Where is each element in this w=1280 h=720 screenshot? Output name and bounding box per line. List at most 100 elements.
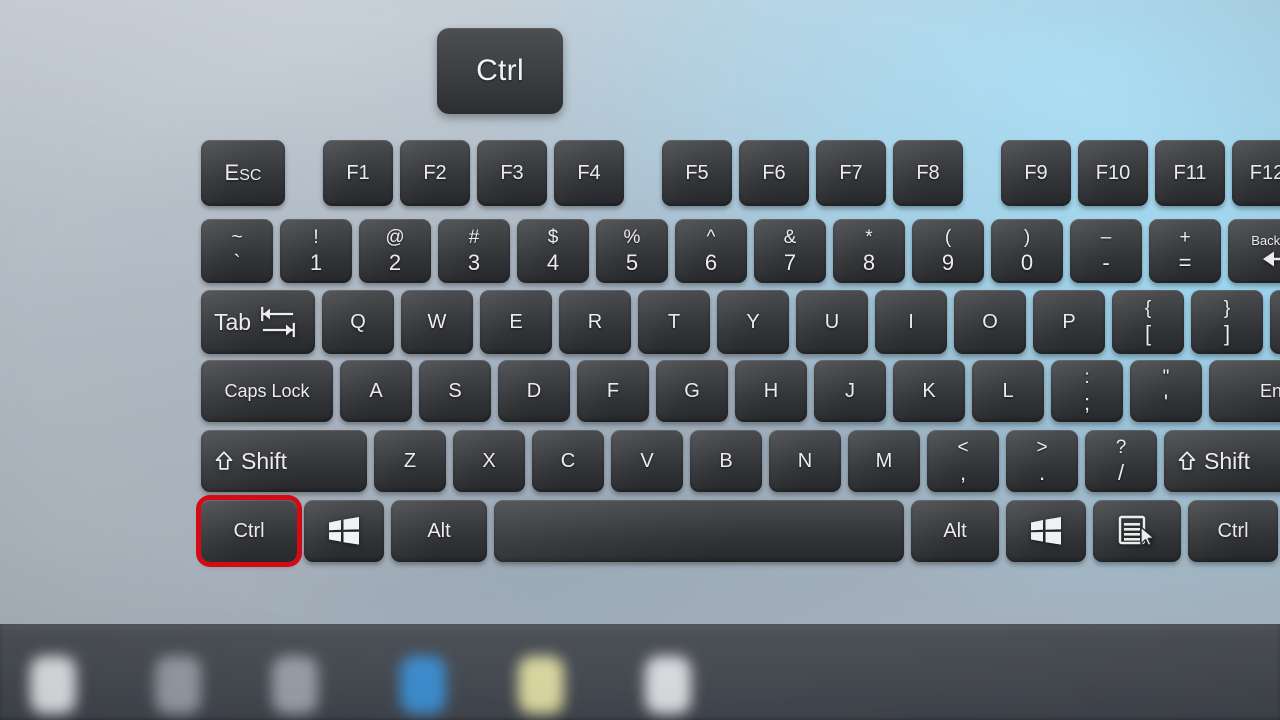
key-2[interactable]: @2 xyxy=(359,219,431,283)
key-f5[interactable]: F5 xyxy=(662,140,732,206)
key-h[interactable]: H xyxy=(735,360,807,422)
key-alt-left[interactable]: Alt xyxy=(391,500,487,562)
key-b[interactable]: B xyxy=(690,430,762,492)
key-0[interactable]: ) 0 xyxy=(991,219,1063,283)
key-backquote[interactable]: ~ ` xyxy=(201,219,273,283)
windows-logo-icon xyxy=(327,516,361,546)
key-y[interactable]: Y xyxy=(717,290,789,354)
key-t[interactable]: T xyxy=(638,290,710,354)
key-t-label: T xyxy=(667,310,681,333)
key-3[interactable]: #3 xyxy=(438,219,510,283)
key-escape-label: ESC xyxy=(224,160,262,185)
key-f2[interactable]: F2 xyxy=(400,140,470,206)
key-f7[interactable]: F7 xyxy=(816,140,886,206)
key-7[interactable]: & 7 xyxy=(754,219,826,283)
key-minus[interactable]: – - xyxy=(1070,219,1142,283)
key-escape[interactable]: ESC xyxy=(201,140,285,206)
key-p[interactable]: P xyxy=(1033,290,1105,354)
key-semicolon[interactable]: :; xyxy=(1051,360,1123,422)
key-o-label: O xyxy=(982,310,998,333)
key-capslock-label: Caps Lock xyxy=(224,380,310,401)
key-slash-shifted-label: ? xyxy=(1115,437,1127,458)
key-ctrl-right[interactable]: Ctrl xyxy=(1188,500,1278,562)
key-3-shifted-label: # xyxy=(468,227,480,248)
key-bracketright[interactable]: }] xyxy=(1191,290,1263,354)
key-tab-label: Tab xyxy=(214,308,252,335)
key-f4[interactable]: F4 xyxy=(554,140,624,206)
key-f10[interactable]: F10 xyxy=(1078,140,1148,206)
key-e[interactable]: E xyxy=(480,290,552,354)
key-f12[interactable]: F12 xyxy=(1232,140,1280,206)
key-menu[interactable] xyxy=(1093,500,1181,562)
key-d[interactable]: D xyxy=(498,360,570,422)
key-f9[interactable]: F9 xyxy=(1001,140,1071,206)
key-9[interactable]: (9 xyxy=(912,219,984,283)
key-0-base-label: 0 xyxy=(1020,249,1034,275)
key-tab[interactable]: Tab xyxy=(201,290,315,354)
key-9-base-label: 9 xyxy=(941,249,955,275)
key-f3[interactable]: F3 xyxy=(477,140,547,206)
key-c[interactable]: C xyxy=(532,430,604,492)
key-6[interactable]: ^ 6 xyxy=(675,219,747,283)
floating-ctrl-badge: Ctrl xyxy=(437,28,563,114)
key-f6[interactable]: F6 xyxy=(739,140,809,206)
key-win-right[interactable] xyxy=(1006,500,1086,562)
key-x[interactable]: X xyxy=(453,430,525,492)
key-shift-left[interactable]: Shift xyxy=(201,430,367,492)
key-backspace[interactable]: Backspace xyxy=(1228,219,1280,283)
key-h-label: H xyxy=(763,379,779,402)
key-a[interactable]: A xyxy=(340,360,412,422)
key-f[interactable]: F xyxy=(577,360,649,422)
key-f-label: F xyxy=(606,379,620,402)
key-b-label: B xyxy=(719,449,733,472)
key-semicolon-base-label: ; xyxy=(1083,389,1091,415)
key-f1[interactable]: F1 xyxy=(323,140,393,206)
key-shift-right[interactable]: Shift xyxy=(1164,430,1280,492)
tab-row: Tab Q WER T YUI O P{[}]|\ xyxy=(201,290,1280,354)
key-capslock[interactable]: Caps Lock xyxy=(201,360,333,422)
key-z[interactable]: Z xyxy=(374,430,446,492)
key-space[interactable] xyxy=(494,500,904,562)
key-enter[interactable]: Enter xyxy=(1209,360,1280,422)
key-4[interactable]: $4 xyxy=(517,219,589,283)
key-n[interactable]: N xyxy=(769,430,841,492)
key-j[interactable]: J xyxy=(814,360,886,422)
key-bracketleft[interactable]: {[ xyxy=(1112,290,1184,354)
key-comma-base-label: , xyxy=(959,459,967,485)
key-backslash[interactable]: |\ xyxy=(1270,290,1280,354)
key-9-shifted-label: ( xyxy=(944,227,952,248)
key-m[interactable]: M xyxy=(848,430,920,492)
key-quote[interactable]: " ' xyxy=(1130,360,1202,422)
key-semicolon-shifted-label: : xyxy=(1084,367,1090,388)
key-slash[interactable]: ? / xyxy=(1085,430,1157,492)
key-i[interactable]: I xyxy=(875,290,947,354)
key-5[interactable]: % 5 xyxy=(596,219,668,283)
key-g[interactable]: G xyxy=(656,360,728,422)
key-q[interactable]: Q xyxy=(322,290,394,354)
key-s[interactable]: S xyxy=(419,360,491,422)
key-f11-label: F11 xyxy=(1173,161,1207,184)
key-comma[interactable]: <, xyxy=(927,430,999,492)
key-1[interactable]: ! 1 xyxy=(280,219,352,283)
key-ctrl-left[interactable]: Ctrl xyxy=(201,500,297,562)
key-f11[interactable]: F11 xyxy=(1155,140,1225,206)
key-period[interactable]: >. xyxy=(1006,430,1078,492)
key-u[interactable]: U xyxy=(796,290,868,354)
key-bracketright-base-label: ] xyxy=(1223,320,1231,346)
key-alt-right[interactable]: Alt xyxy=(911,500,999,562)
key-k[interactable]: K xyxy=(893,360,965,422)
key-f3-label: F3 xyxy=(500,161,524,184)
key-f10-label: F10 xyxy=(1095,161,1131,184)
key-v-label: V xyxy=(640,449,654,472)
key-w[interactable]: W xyxy=(401,290,473,354)
key-equals[interactable]: + = xyxy=(1149,219,1221,283)
key-q-label: Q xyxy=(350,310,366,333)
key-f8[interactable]: F8 xyxy=(893,140,963,206)
key-l[interactable]: L xyxy=(972,360,1044,422)
key-8[interactable]: * 8 xyxy=(833,219,905,283)
key-f9-label: F9 xyxy=(1024,161,1048,184)
key-r[interactable]: R xyxy=(559,290,631,354)
key-v[interactable]: V xyxy=(611,430,683,492)
key-o[interactable]: O xyxy=(954,290,1026,354)
key-win-left[interactable] xyxy=(304,500,384,562)
